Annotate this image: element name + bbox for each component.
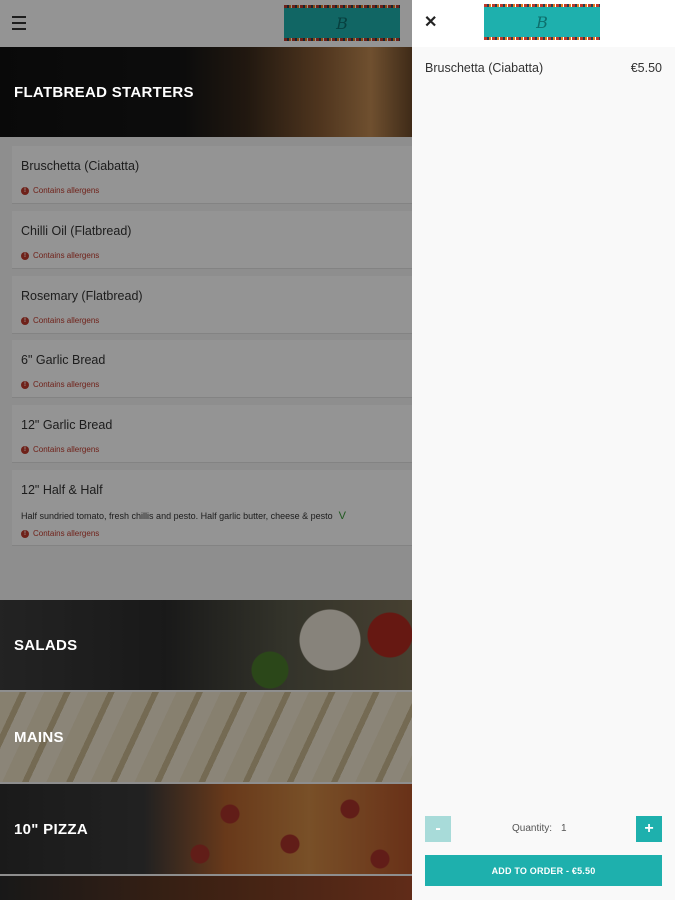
alert-icon: ! bbox=[21, 186, 29, 195]
alert-icon: ! bbox=[21, 251, 29, 260]
allergen-note: ! Contains allergens bbox=[21, 316, 99, 325]
item-name: Chilli Oil (Flatbread) bbox=[21, 224, 132, 238]
menu-item-12-garlic-bread[interactable]: 12" Garlic Bread ! Contains allergens bbox=[12, 405, 412, 463]
menu-screen: B FLATBREAD STARTERS Bruschetta (Ciabatt… bbox=[0, 0, 412, 900]
alert-icon: ! bbox=[21, 445, 29, 454]
app-bar: B bbox=[0, 0, 412, 47]
leaf-icon: V bbox=[338, 510, 347, 522]
menu-item-12-half-and-half[interactable]: 12" Half & Half Half sundried tomato, fr… bbox=[12, 470, 412, 546]
item-detail-panel: ✕ B Bruschetta (Ciabatta) €5.50 - Quanti… bbox=[412, 0, 675, 900]
restaurant-logo: B bbox=[284, 5, 400, 41]
allergen-note: ! Contains allergens bbox=[21, 529, 99, 538]
add-to-order-button[interactable]: ADD TO ORDER - €5.50 bbox=[425, 855, 662, 886]
quantity-label: Quantity: bbox=[512, 823, 553, 834]
section-label: MAINS bbox=[14, 728, 64, 746]
quantity-stepper: - Quantity: 1 + bbox=[425, 816, 662, 842]
item-name: Rosemary (Flatbread) bbox=[21, 289, 143, 303]
section-label: 10" PIZZA bbox=[14, 820, 88, 838]
menu-item-chilli-oil[interactable]: Chilli Oil (Flatbread) ! Contains allerge… bbox=[12, 211, 412, 269]
section-label: FLATBREAD STARTERS bbox=[14, 83, 194, 101]
quantity-value[interactable]: 1 bbox=[561, 823, 567, 834]
alert-icon: ! bbox=[21, 316, 29, 325]
item-description: Half sundried tomato, fresh chillis and … bbox=[21, 510, 347, 522]
panel-header: ✕ B bbox=[412, 0, 675, 47]
item-name: Bruschetta (Ciabatta) bbox=[21, 159, 140, 173]
section-header-salads[interactable]: SALADS bbox=[0, 600, 412, 690]
restaurant-logo: B bbox=[484, 4, 600, 40]
menu-item-rosemary[interactable]: Rosemary (Flatbread) ! Contains allergens bbox=[12, 276, 412, 334]
alert-icon: ! bbox=[21, 380, 29, 389]
item-name: 6" Garlic Bread bbox=[21, 353, 106, 367]
section-header-next[interactable] bbox=[0, 876, 412, 900]
menu-item-bruschetta[interactable]: Bruschetta (Ciabatta) ! Contains allergen… bbox=[12, 146, 412, 204]
close-icon[interactable]: ✕ bbox=[424, 14, 437, 32]
section-header-10-pizza[interactable]: 10" PIZZA bbox=[0, 784, 412, 874]
hamburger-icon[interactable] bbox=[12, 16, 26, 30]
allergen-note: ! Contains allergens bbox=[21, 186, 99, 195]
item-name: 12" Garlic Bread bbox=[21, 418, 113, 432]
allergen-note: ! Contains allergens bbox=[21, 251, 99, 260]
section-header-mains[interactable]: MAINS bbox=[0, 692, 412, 782]
section-header-flatbread-starters[interactable]: FLATBREAD STARTERS bbox=[0, 47, 412, 137]
increase-quantity-button[interactable]: + bbox=[636, 816, 662, 842]
alert-icon: ! bbox=[21, 529, 29, 538]
allergen-note: ! Contains allergens bbox=[21, 445, 99, 454]
item-name: 12" Half & Half bbox=[21, 483, 103, 497]
decrease-quantity-button[interactable]: - bbox=[425, 816, 451, 842]
menu-item-6-garlic-bread[interactable]: 6" Garlic Bread ! Contains allergens bbox=[12, 340, 412, 398]
allergen-note: ! Contains allergens bbox=[21, 380, 99, 389]
section-label: SALADS bbox=[14, 636, 78, 654]
selected-item-name: Bruschetta (Ciabatta) bbox=[425, 61, 544, 75]
selected-item-price: €5.50 bbox=[630, 61, 662, 75]
